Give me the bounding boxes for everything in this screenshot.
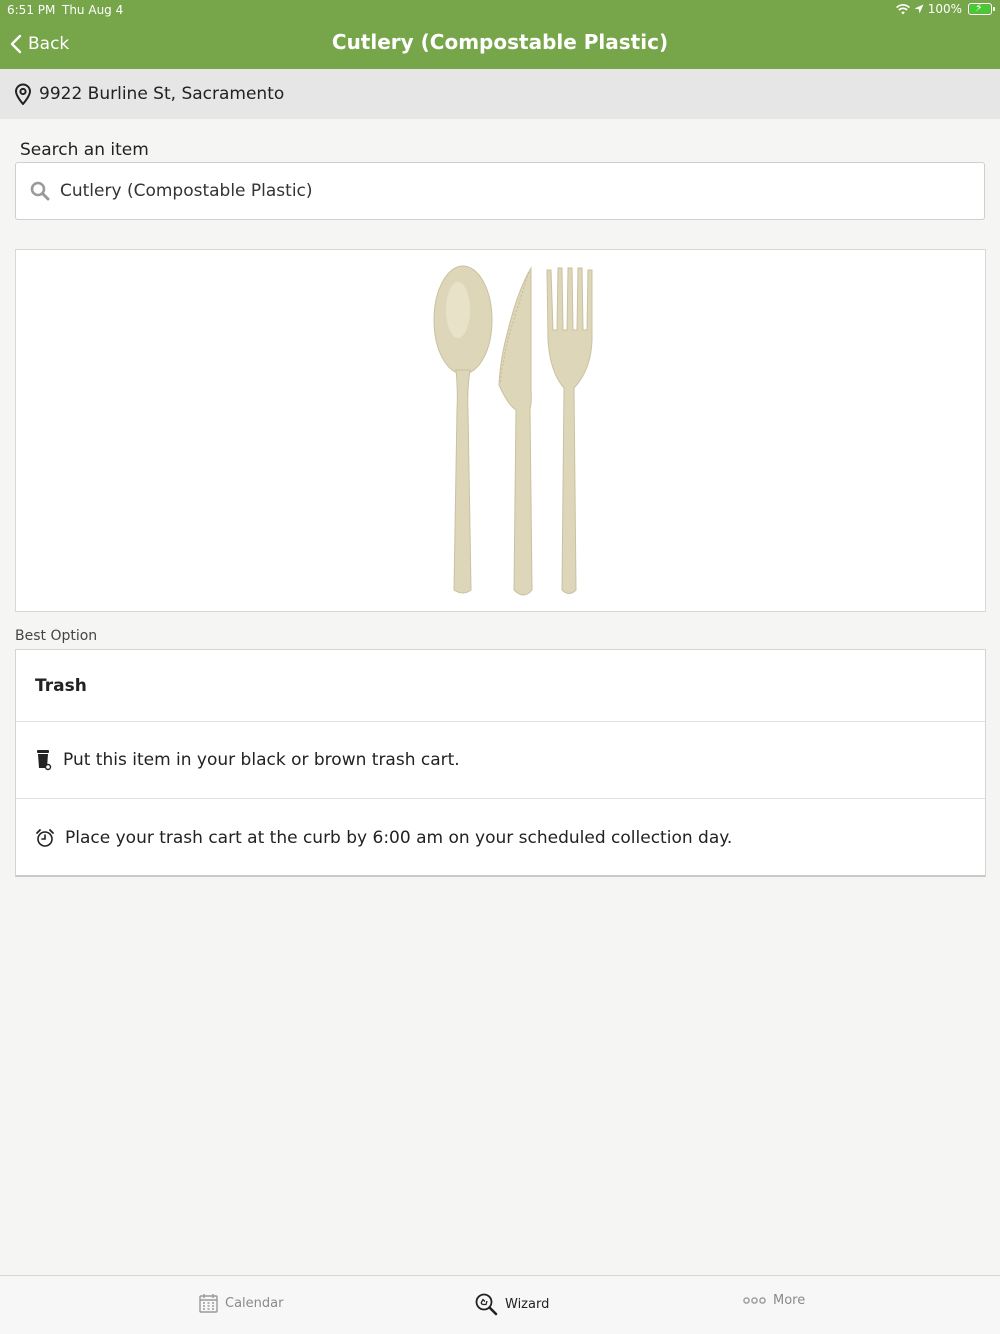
fork-icon [546, 267, 593, 594]
app: 6:51 PM Thu Aug 4 100% ⚡ Back Cutlery (C… [0, 0, 1000, 1334]
instruction-row: Place your trash cart at the curb by 6:0… [16, 799, 985, 876]
address-text: 9922 Burline St, Sacramento [39, 84, 285, 104]
tab-wizard[interactable]: Wizard [475, 1293, 549, 1316]
recycle-search-icon [475, 1293, 498, 1316]
alarm-clock-icon [36, 828, 54, 847]
calendar-icon [199, 1294, 218, 1313]
wifi-icon [895, 3, 910, 14]
status-bar: 6:51 PM Thu Aug 4 100% ⚡ [0, 0, 1000, 20]
tab-bar: Calendar Wizard More [0, 1275, 1000, 1334]
more-dots-icon [743, 1297, 766, 1304]
instruction-text: Put this item in your black or brown tra… [63, 750, 460, 770]
cutlery-image [433, 265, 593, 596]
option-title: Trash [35, 675, 87, 696]
page-title: Cutlery (Compostable Plastic) [331, 30, 669, 54]
knife-icon [498, 266, 533, 596]
status-date: Thu Aug 4 [62, 3, 124, 17]
spoon-icon [433, 265, 493, 594]
item-image-card [15, 249, 986, 612]
status-indicators: 100% ⚡ [895, 1, 995, 16]
search-icon [30, 181, 50, 201]
trash-can-icon [37, 750, 52, 771]
tab-label: Wizard [505, 1297, 550, 1312]
address-bar[interactable]: 9922 Burline St, Sacramento [0, 69, 1000, 119]
tab-label: Calendar [225, 1295, 284, 1311]
option-title-row: Trash [16, 650, 985, 722]
instruction-text: Place your trash cart at the curb by 6:0… [65, 827, 733, 848]
navigation-header: 6:51 PM Thu Aug 4 100% ⚡ Back Cutlery (C… [0, 0, 1000, 69]
location-pin-icon [14, 83, 32, 105]
tab-more[interactable]: More [743, 1293, 805, 1308]
search-box[interactable] [15, 162, 985, 220]
instruction-row: Put this item in your black or brown tra… [16, 722, 985, 799]
battery-percent: 100% [927, 2, 962, 16]
best-option-card: Trash Put this item in your black or bro… [15, 649, 986, 877]
tab-label: More [773, 1293, 806, 1308]
status-time: 6:51 PM [7, 3, 56, 17]
tab-calendar[interactable]: Calendar [199, 1293, 283, 1313]
search-input[interactable] [60, 181, 940, 201]
best-option-label: Best Option [15, 628, 98, 644]
battery-icon: ⚡ [968, 1, 995, 15]
location-arrow-icon [914, 4, 924, 14]
search-label: Search an item [20, 140, 149, 160]
